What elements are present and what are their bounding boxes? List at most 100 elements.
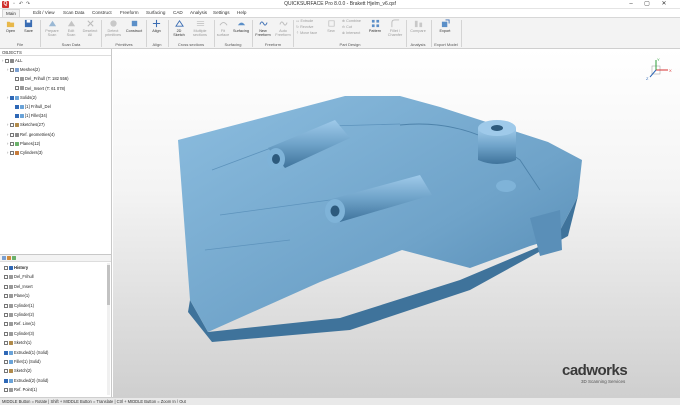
export-button[interactable]: Export (436, 19, 454, 43)
3d-viewport[interactable]: X Y Z (113, 49, 680, 397)
tab-construct[interactable]: Construct (89, 9, 115, 17)
history-scrollbar[interactable] (107, 263, 110, 395)
visibility-checkbox[interactable] (10, 95, 14, 100)
visibility-checkbox[interactable] (15, 114, 19, 119)
history-visibility-checkbox[interactable] (4, 303, 8, 308)
visibility-checkbox[interactable] (10, 151, 14, 155)
minimize-button[interactable]: – (624, 0, 638, 9)
fit-surface-button[interactable]: Fit surface (216, 19, 230, 43)
model-view[interactable]: X Y Z (113, 49, 680, 397)
fillet-chamfer-button[interactable]: Fillet / Chamfer (385, 19, 405, 43)
save-button[interactable]: Save (21, 19, 36, 43)
history-visibility-checkbox[interactable] (4, 275, 8, 280)
tab-edit-view[interactable]: Edit / View (30, 9, 58, 17)
tab-freeform[interactable]: Freeform (117, 9, 142, 17)
history-visibility-checkbox[interactable] (4, 312, 8, 317)
visibility-checkbox[interactable] (10, 68, 14, 73)
history-item[interactable]: Extruded(2) (Solid) (4, 376, 48, 385)
tab-help[interactable]: Help (234, 9, 249, 17)
maximize-button[interactable]: ▢ (640, 0, 654, 9)
history-visibility-checkbox[interactable] (4, 284, 8, 289)
visibility-checkbox[interactable] (5, 59, 9, 63)
tab-scan-data[interactable]: Scan Data (60, 9, 87, 17)
auto-freeform-button[interactable]: Auto Freeform (274, 19, 292, 43)
history-item[interactable]: Cylinder(2) (4, 310, 34, 319)
visibility-checkbox[interactable] (15, 86, 19, 91)
multiple-sections-button[interactable]: Multiple sections (189, 19, 211, 43)
history-visibility-checkbox[interactable] (4, 294, 8, 299)
visibility-checkbox[interactable] (10, 141, 14, 146)
pattern-button[interactable]: Pattern (366, 19, 384, 43)
combine-button[interactable]: ⊕ Combine (342, 19, 361, 24)
revolve-button[interactable]: ↻ Revolve (296, 25, 313, 30)
object-tree-item[interactable]: › Planes(12) (7, 140, 40, 148)
history-item[interactable]: Cylinder(3) (4, 329, 34, 338)
deselect-all-button[interactable]: Deselect All (81, 19, 99, 43)
visibility-checkbox[interactable] (15, 77, 19, 82)
object-tree-item[interactable]: › Ref. geometries(4) (7, 131, 55, 139)
sew-button[interactable]: Sew (325, 19, 337, 43)
object-tree-item[interactable]: Del_Frihull (T: 182 556) (12, 75, 69, 83)
history-item[interactable]: History (4, 263, 28, 272)
object-tree-item[interactable]: › Meshes(2) (7, 66, 40, 74)
open-button[interactable]: Open (3, 19, 18, 43)
visibility-checkbox[interactable] (15, 104, 19, 109)
close-button[interactable]: ✕ (657, 0, 671, 9)
object-tree-item[interactable]: › Cylinders(3) (7, 149, 43, 157)
construct-button[interactable]: Construct (124, 19, 144, 43)
group-part-design-label: Part Design (339, 42, 361, 47)
history-edit-icon[interactable] (7, 256, 11, 260)
history-item[interactable]: Del_Frihull (4, 272, 34, 281)
tab-main[interactable]: Main (2, 9, 20, 17)
history-item[interactable]: Fillet(1) (Solid) (4, 357, 41, 366)
object-tree-item[interactable]: [1] Frihull_Del (12, 103, 51, 111)
axis-triad-icon[interactable]: X Y Z (646, 57, 672, 81)
2d-sketch-button[interactable]: 2D Sketch (171, 19, 187, 43)
history-visibility-checkbox[interactable] (4, 322, 8, 327)
history-item[interactable]: Sketch(1) (4, 338, 32, 347)
visibility-checkbox[interactable] (10, 123, 14, 128)
history-rebuild-icon[interactable] (12, 256, 16, 260)
history-item[interactable]: Del_Insert (4, 282, 33, 291)
edit-scan-button[interactable]: Edit Scan (63, 19, 79, 43)
object-tree-item[interactable]: Del_Insert (T: 61 078) (12, 85, 65, 93)
extrude-button[interactable]: ▭ Extrude (296, 19, 313, 24)
history-item[interactable]: Plane(1) (4, 291, 29, 300)
history-item[interactable]: Sketch(2) (4, 366, 32, 375)
tab-settings[interactable]: Settings (210, 9, 233, 17)
visibility-checkbox[interactable] (10, 132, 14, 137)
new-freeform-button[interactable]: New Freeform (254, 19, 272, 43)
object-tree-item[interactable]: [1] Fillet(34) (12, 112, 47, 120)
object-tree-item[interactable]: › Sketches(27) (7, 121, 45, 129)
history-visibility-checkbox[interactable] (4, 350, 8, 355)
history-visibility-checkbox[interactable] (4, 378, 8, 383)
history-visibility-checkbox[interactable] (4, 369, 8, 374)
cut-button[interactable]: ⊖ Cut (342, 25, 352, 30)
history-visibility-checkbox[interactable] (4, 265, 8, 270)
surfacing-button[interactable]: Surfacing (231, 19, 251, 43)
prepare-scan-icon (48, 20, 56, 27)
align-button[interactable]: Align (149, 19, 164, 43)
history-item[interactable]: Extruded(1) (Solid) (4, 348, 48, 357)
tab-surfacing[interactable]: Surfacing (143, 9, 168, 17)
history-visibility-checkbox[interactable] (4, 388, 8, 393)
history-visibility-checkbox[interactable] (4, 359, 8, 364)
history-item-label: Cylinder(1) (14, 302, 35, 308)
tab-cad[interactable]: CAD (170, 9, 186, 17)
history-item[interactable]: Cylinder(1) (4, 301, 34, 310)
object-tree-item[interactable]: › Solids(2) (7, 94, 37, 102)
prepare-scan-button[interactable]: Prepare Scan (43, 19, 61, 43)
history-item[interactable]: Ref. Point(1) (4, 385, 37, 394)
history-visibility-checkbox[interactable] (4, 341, 8, 346)
history-visibility-checkbox[interactable] (4, 331, 8, 336)
history-scroll-thumb[interactable] (107, 265, 110, 305)
move-face-button[interactable]: ⇡ Move face (296, 31, 317, 36)
history-item[interactable]: Ref. Line(1) (4, 319, 35, 328)
detect-primitives-button[interactable]: Detect primitives (103, 19, 123, 43)
intersect-button[interactable]: ⊗ Intersect (342, 31, 360, 36)
model-bracket-top[interactable] (178, 96, 582, 332)
tab-analysis[interactable]: Analysis (187, 9, 210, 17)
object-tree-item[interactable]: › ALL (2, 57, 22, 65)
history-tool-icon[interactable] (2, 256, 6, 260)
compare-button[interactable]: Compare (408, 19, 428, 43)
